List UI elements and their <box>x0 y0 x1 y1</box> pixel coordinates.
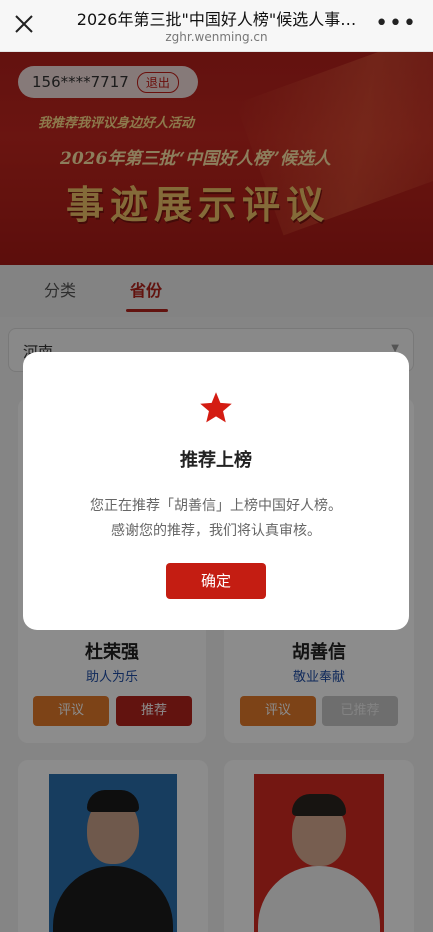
more-menu-icon[interactable]: ••• <box>375 12 417 36</box>
close-icon[interactable] <box>12 12 36 36</box>
page-url: zghr.wenming.cn <box>165 30 268 44</box>
browser-top-bar: 2026年第三批"中国好人榜"候选人事… zghr.wenming.cn ••• <box>0 0 433 52</box>
dialog-title: 推荐上榜 <box>180 450 252 471</box>
recommend-dialog: 推荐上榜 您正在推荐「胡善信」上榜中国好人榜。 感谢您的推荐，我们将认真审核。 … <box>23 352 409 630</box>
dialog-message-line2: 感谢您的推荐，我们将认真审核。 <box>111 523 321 539</box>
confirm-button[interactable]: 确定 <box>166 563 266 599</box>
dialog-message-line1: 您正在推荐「胡善信」上榜中国好人榜。 <box>90 498 342 514</box>
star-icon <box>200 392 232 423</box>
page-title: 2026年第三批"中国好人榜"候选人事… <box>76 10 357 29</box>
